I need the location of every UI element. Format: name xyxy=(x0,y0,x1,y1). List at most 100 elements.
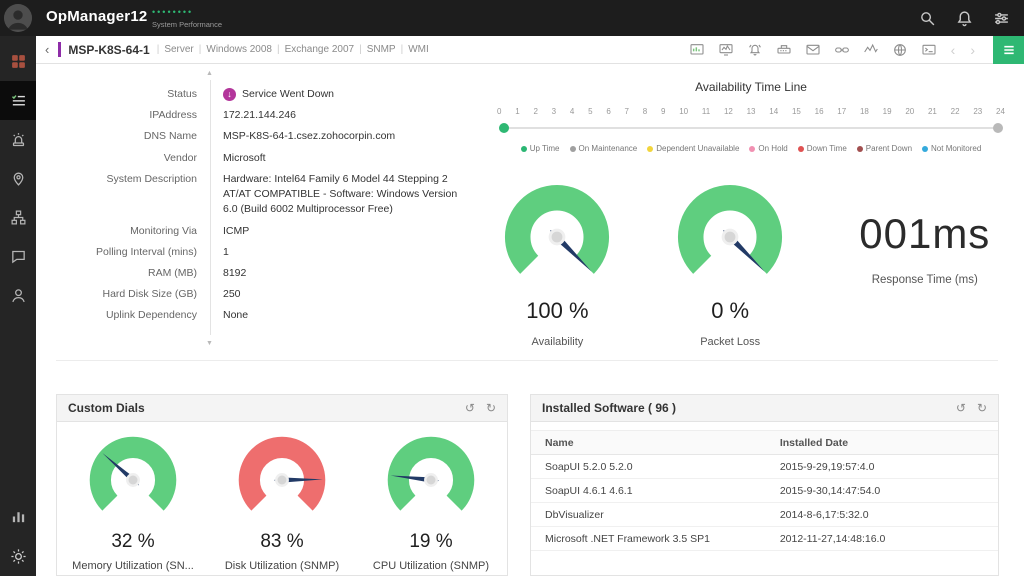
sidebar-item-settings[interactable] xyxy=(0,537,36,576)
sidebar-item-users[interactable] xyxy=(0,276,36,315)
timeline-track xyxy=(499,123,1003,133)
software-table: Name Installed Date SoapUI 5.2.0 5.2.020… xyxy=(531,430,998,551)
detail-value: Hardware: Intel64 Family 6 Model 44 Step… xyxy=(210,172,472,218)
detail-row: Status↓Service Went Down xyxy=(58,84,482,105)
detail-label: Status xyxy=(58,87,210,102)
legend-label: Down Time xyxy=(807,144,847,153)
details-scroll-down-icon[interactable]: ▼ xyxy=(206,340,213,347)
notifications-bell-icon[interactable] xyxy=(956,10,973,27)
software-row: SoapUI 4.6.1 4.6.12015-9-30,14:47:54.0 xyxy=(531,479,998,503)
inventory-checklist-icon xyxy=(10,92,27,109)
detail-value-text: Microsoft xyxy=(223,151,266,166)
sidebar-item-maps[interactable] xyxy=(0,159,36,198)
timeline-start-handle[interactable] xyxy=(499,123,509,133)
settings-sliders-icon[interactable] xyxy=(993,10,1010,27)
sidebar-item-alarms[interactable] xyxy=(0,120,36,159)
detail-value-text: ICMP xyxy=(223,224,249,239)
prev-page-button[interactable]: ‹ xyxy=(950,42,957,58)
detail-label: RAM (MB) xyxy=(58,266,210,281)
software-name-cell: SoapUI 5.2.0 5.2.0 xyxy=(531,461,774,473)
legend-dot-icon xyxy=(857,146,863,152)
detail-row: IPAddress172.21.144.246 xyxy=(58,105,482,126)
installed-software-title: Installed Software ( 96 ) xyxy=(542,401,676,415)
alarm-bell-icon[interactable] xyxy=(747,42,763,58)
details-scroll-up-icon[interactable]: ▲ xyxy=(206,70,213,77)
details-table: Status↓Service Went DownIPAddress172.21.… xyxy=(58,84,482,327)
detail-value-text: 250 xyxy=(223,287,241,302)
link-chain-icon[interactable] xyxy=(834,42,850,58)
apps-grid-icon xyxy=(10,53,27,70)
user-avatar[interactable] xyxy=(4,4,32,32)
avatar-person-icon xyxy=(4,4,32,32)
sparkline-icon[interactable] xyxy=(863,42,879,58)
detail-value-text: MSP-K8S-64-1.csez.zohocorpin.com xyxy=(223,129,395,144)
back-button[interactable]: ‹ xyxy=(36,42,58,57)
network-topology-icon xyxy=(10,209,27,226)
software-row: DbVisualizer2014-8-6,17:5:32.0 xyxy=(531,503,998,527)
history-icon[interactable]: ↺ xyxy=(956,401,966,415)
timeline-legend: Up TimeOn MaintenanceDependent Unavailab… xyxy=(491,144,1011,153)
mail-icon[interactable] xyxy=(805,42,821,58)
breadcrumb-item: WMI xyxy=(408,44,429,55)
gear-icon xyxy=(10,548,27,565)
detail-label: IPAddress xyxy=(58,108,210,123)
sidebar-item-inventory[interactable] xyxy=(0,81,36,120)
timeline-tick: 16 xyxy=(815,107,824,116)
column-header-name[interactable]: Name xyxy=(531,437,774,449)
detail-label: Polling Interval (mins) xyxy=(58,245,210,260)
detail-row: Uplink DependencyNone xyxy=(58,305,482,326)
history-icon[interactable]: ↺ xyxy=(465,401,475,415)
sidebar-item-apps[interactable] xyxy=(0,42,36,81)
response-time-block: 001ms Response Time (ms) xyxy=(828,182,1022,348)
timeline-tick: 13 xyxy=(747,107,756,116)
refresh-icon[interactable]: ↻ xyxy=(977,401,987,415)
brand-dots: •••••••• xyxy=(152,8,222,17)
search-icon[interactable] xyxy=(919,10,936,27)
timeline-tick: 9 xyxy=(661,107,665,116)
packet-loss-gauge: 0 % Packet Loss xyxy=(655,182,806,348)
timeline-tick: 4 xyxy=(570,107,574,116)
timeline-tick: 7 xyxy=(625,107,629,116)
terminal-icon[interactable] xyxy=(921,42,937,58)
detail-label: Hard Disk Size (GB) xyxy=(58,287,210,302)
crumb-separator: | xyxy=(401,44,404,55)
timeline-end-handle[interactable] xyxy=(993,123,1003,133)
custom-dials-row: 32 %Memory Utilization (SN...83 %Disk Ut… xyxy=(57,422,507,572)
globe-icon[interactable] xyxy=(892,42,908,58)
crumb-separator: | xyxy=(277,44,280,55)
timeline-tick: 15 xyxy=(792,107,801,116)
detail-row: Polling Interval (mins)1 xyxy=(58,242,482,263)
installed-software-header: Installed Software ( 96 ) ↺ ↻ xyxy=(531,395,998,422)
siren-alarm-icon xyxy=(10,131,27,148)
custom-dials-actions: ↺ ↻ xyxy=(465,401,496,415)
timeline-tick: 18 xyxy=(860,107,869,116)
menu-button[interactable] xyxy=(993,36,1024,64)
detail-row: DNS NameMSP-K8S-64-1.csez.zohocorpin.com xyxy=(58,126,482,147)
performance-chart-icon[interactable] xyxy=(689,42,705,58)
device-toolbar: ‹ › xyxy=(689,36,1024,64)
legend-dot-icon xyxy=(570,146,576,152)
sidebar-item-chat[interactable] xyxy=(0,237,36,276)
software-row: SoapUI 5.2.0 5.2.02015-9-29,19:57:4.0 xyxy=(531,455,998,479)
graph-monitor-icon[interactable] xyxy=(718,42,734,58)
custom-dial-label: Memory Utilization (SN... xyxy=(60,560,206,572)
breadcrumb-item: Windows 2008 xyxy=(206,44,272,55)
device-title: MSP-K8S-64-1 xyxy=(68,43,149,57)
software-row: Microsoft .NET Framework 3.5 SP12012-11-… xyxy=(531,527,998,551)
timeline-tick: 1 xyxy=(515,107,519,116)
refresh-icon[interactable]: ↻ xyxy=(486,401,496,415)
timeline-tick: 3 xyxy=(552,107,556,116)
detail-value: ↓Service Went Down xyxy=(210,87,472,102)
legend-item: Down Time xyxy=(798,144,847,153)
next-page-button[interactable]: › xyxy=(969,42,976,58)
detail-label: Monitoring Via xyxy=(58,224,210,239)
column-header-installed-date[interactable]: Installed Date xyxy=(774,437,998,449)
sidebar-item-reports[interactable] xyxy=(0,498,36,537)
response-time-label: Response Time (ms) xyxy=(828,274,1022,286)
sidebar-item-network[interactable] xyxy=(0,198,36,237)
detail-value: MSP-K8S-64-1.csez.zohocorpin.com xyxy=(210,129,472,144)
packet-loss-label: Packet Loss xyxy=(655,336,806,348)
device-ports-icon[interactable] xyxy=(776,42,792,58)
breadcrumb-item: Server xyxy=(164,44,193,55)
software-table-body: SoapUI 5.2.0 5.2.02015-9-29,19:57:4.0Soa… xyxy=(531,455,998,551)
